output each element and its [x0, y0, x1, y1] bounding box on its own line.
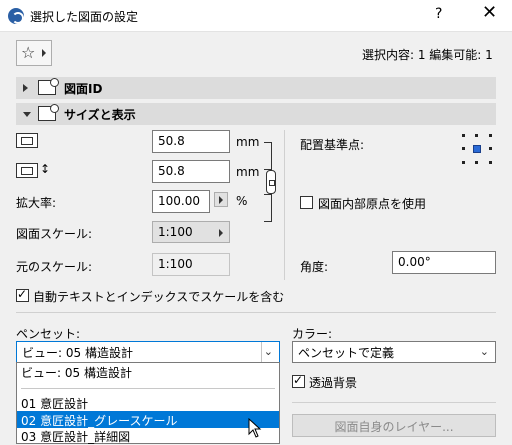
original-scale-value: 1:100 — [152, 253, 230, 276]
magnification-input[interactable]: 100.00 — [152, 190, 210, 213]
dropdown-option[interactable]: 01 意匠設計 — [17, 394, 279, 411]
help-button[interactable]: ? — [435, 6, 442, 22]
section-divider — [292, 402, 496, 403]
anchor-dot[interactable] — [489, 134, 492, 137]
magnification-label: 拡大率: — [16, 196, 57, 210]
anchor-dot[interactable] — [462, 161, 465, 164]
chevron-right-icon — [219, 229, 223, 237]
anchor-dot[interactable] — [462, 134, 465, 137]
height-arrow-icon: ↕ — [40, 162, 51, 176]
anchor-dot[interactable] — [489, 161, 492, 164]
use-internal-origin-label: 図面内部原点を使用 — [318, 197, 427, 211]
pen-set-select[interactable]: ビュー: 05 構造設計 ⌄ — [16, 341, 280, 363]
width-unit: mm — [236, 135, 260, 149]
close-button[interactable]: ✕ — [482, 4, 497, 22]
drawing-id-icon — [38, 78, 59, 95]
color-selected-value: ペンセットで定義 — [298, 346, 395, 360]
window-title: 選択した図面の設定 — [30, 10, 139, 24]
transparent-bg-label: 透過背景 — [309, 376, 358, 390]
collapse-arrow-icon — [23, 112, 31, 117]
link-bracket-top — [264, 142, 272, 170]
original-scale-label: 元のスケール: — [16, 260, 93, 274]
pen-set-selected-value: ビュー: 05 構造設計 — [22, 346, 133, 360]
anchor-label: 配置基準点: — [300, 138, 365, 152]
transparent-bg-checkbox[interactable] — [292, 373, 305, 388]
auto-scale-checkbox[interactable] — [16, 287, 29, 302]
favorites-button[interactable]: ☆ — [16, 40, 52, 66]
section-drawing-id[interactable]: 図面ID — [16, 77, 496, 99]
anchor-center-selected[interactable] — [473, 145, 481, 153]
anchor-dot[interactable] — [475, 134, 478, 137]
magnification-menu-button[interactable] — [214, 192, 228, 207]
anchor-point-selector[interactable] — [462, 134, 492, 164]
auto-scale-label: 自動テキストとインデックスでスケールを含む — [33, 290, 285, 304]
angle-input[interactable]: 0.00° — [392, 251, 496, 274]
link-bracket-bottom — [264, 194, 272, 222]
size-display-icon — [38, 104, 59, 121]
drawing-scale-label: 図面スケール: — [16, 227, 93, 241]
section-size-display[interactable]: サイズと表示 — [16, 103, 496, 125]
pen-set-label: ペンセット: — [16, 327, 81, 341]
drawing-layer-button[interactable]: 図面自身のレイヤー... — [292, 414, 496, 437]
chain-link-icon[interactable] — [266, 170, 276, 194]
use-internal-origin-checkbox[interactable] — [300, 196, 313, 209]
height-input[interactable]: 50.8 — [152, 160, 230, 183]
anchor-dot[interactable] — [489, 147, 492, 150]
dropdown-option[interactable]: 03 意匠設計_詳細図 — [17, 427, 279, 444]
chevron-down-icon: ⌄ — [479, 345, 489, 358]
pen-set-dropdown-list[interactable]: ビュー: 05 構造設計 01 意匠設計 02 意匠設計_グレースケール 03 … — [16, 362, 280, 444]
selection-info: 選択内容: 1 編集可能: 1 — [362, 48, 493, 62]
expand-arrow-icon — [23, 84, 28, 92]
section-label: 図面ID — [64, 82, 103, 96]
chevron-right-icon — [42, 49, 46, 57]
chevron-down-icon: ⌄ — [263, 345, 273, 358]
section-label: サイズと表示 — [64, 108, 136, 122]
angle-label: 角度: — [300, 260, 329, 274]
section-divider — [16, 312, 496, 313]
star-icon: ☆ — [21, 43, 36, 62]
column-divider — [284, 130, 285, 280]
dropdown-option[interactable]: ビュー: 05 構造設計 — [17, 363, 279, 380]
width-icon — [16, 133, 38, 148]
dropdown-toggle[interactable]: ⌄ — [261, 342, 279, 362]
archicad-app-icon — [8, 8, 24, 24]
drawing-scale-value: 1:100 — [158, 225, 193, 239]
anchor-dot[interactable] — [475, 161, 478, 164]
dropdown-option-highlighted[interactable]: 02 意匠設計_グレースケール — [17, 411, 279, 428]
color-select[interactable]: ペンセットで定義 ⌄ — [292, 341, 496, 363]
anchor-dot[interactable] — [462, 147, 465, 150]
height-icon — [16, 163, 38, 178]
color-label: カラー: — [292, 327, 333, 341]
mouse-cursor-icon — [248, 418, 262, 438]
magnification-unit: % — [236, 194, 248, 208]
dropdown-separator — [21, 388, 275, 389]
drawing-scale-button[interactable]: 1:100 — [152, 221, 230, 243]
height-unit: mm — [236, 165, 260, 179]
width-input[interactable]: 50.8 — [152, 130, 230, 153]
